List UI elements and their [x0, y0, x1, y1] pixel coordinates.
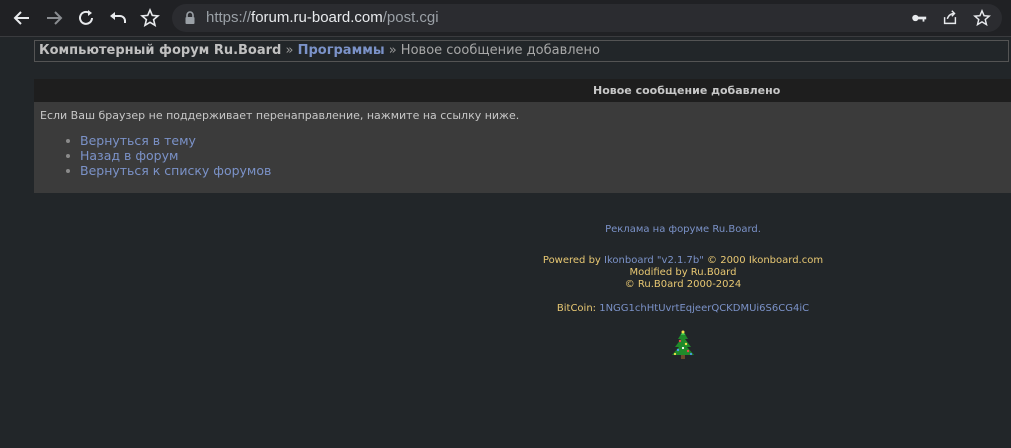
breadcrumb-separator: »	[281, 43, 298, 58]
back-icon[interactable]	[10, 6, 34, 30]
redirect-links: Вернуться в тему Назад в форум Вернуться…	[65, 133, 271, 178]
panel-body: Если Ваш браузер не поддерживает перенап…	[34, 102, 1011, 193]
panel-title: Новое сообщение добавлено	[593, 84, 781, 97]
browser-toolbar: https://forum.ru-board.com/post.cgi	[0, 0, 1011, 37]
bitcoin-line: BitCoin: 1NGG1chHtUvrtEqjeerQCKDMUi6S6CG…	[440, 303, 926, 314]
powered-by-block: Powered by Ikonboard "v2.1.7b" © 2000 Ik…	[440, 255, 926, 291]
url-text: https://forum.ru-board.com/post.cgi	[206, 9, 439, 26]
bitcoin-address-link[interactable]: 1NGG1chHtUvrtEqjeerQCKDMUi6S6CG4iC	[599, 303, 809, 314]
breadcrumb-forum-link[interactable]: Компьютерный форум Ru.Board	[39, 43, 281, 58]
redirect-message: Если Ваш браузер не поддерживает перенап…	[40, 109, 520, 122]
ikonboard-link[interactable]: Ikonboard "v2.1.7b"	[604, 255, 704, 266]
lock-icon	[185, 11, 195, 24]
breadcrumb: Компьютерный форум Ru.Board » Программы …	[34, 40, 1009, 62]
bookmark-star-icon[interactable]	[138, 6, 162, 30]
address-bar[interactable]: https://forum.ru-board.com/post.cgi	[172, 4, 1002, 32]
copyright-text: © Ru.B0ard 2000-2024	[624, 279, 742, 290]
modified-by-text: Modified by Ru.B0ard	[629, 267, 737, 278]
advertising-link[interactable]: Реклама на форуме Ru.Board.	[440, 224, 926, 235]
panel-header: Новое сообщение добавлено	[34, 79, 1011, 102]
powered-prefix: Powered by	[542, 255, 605, 266]
reload-icon[interactable]	[74, 6, 98, 30]
christmas-tree-icon	[672, 330, 694, 359]
breadcrumb-separator: »	[384, 43, 401, 58]
favorite-star-icon[interactable]	[972, 8, 992, 28]
key-icon[interactable]	[909, 8, 929, 28]
powered-suffix: © 2000 Ikonboard.com	[703, 255, 824, 266]
breadcrumb-section-link[interactable]: Программы	[298, 43, 385, 58]
share-icon[interactable]	[940, 8, 960, 28]
forward-icon[interactable]	[42, 6, 66, 30]
back-to-forum-list-link[interactable]: Вернуться к списку форумов	[65, 163, 271, 178]
return-to-topic-link[interactable]: Вернуться в тему	[65, 133, 271, 148]
bitcoin-label: BitCoin:	[556, 303, 600, 314]
undo-icon[interactable]	[106, 6, 130, 30]
breadcrumb-current: Новое сообщение добавлено	[400, 43, 601, 58]
back-to-forum-link[interactable]: Назад в форум	[65, 148, 271, 163]
